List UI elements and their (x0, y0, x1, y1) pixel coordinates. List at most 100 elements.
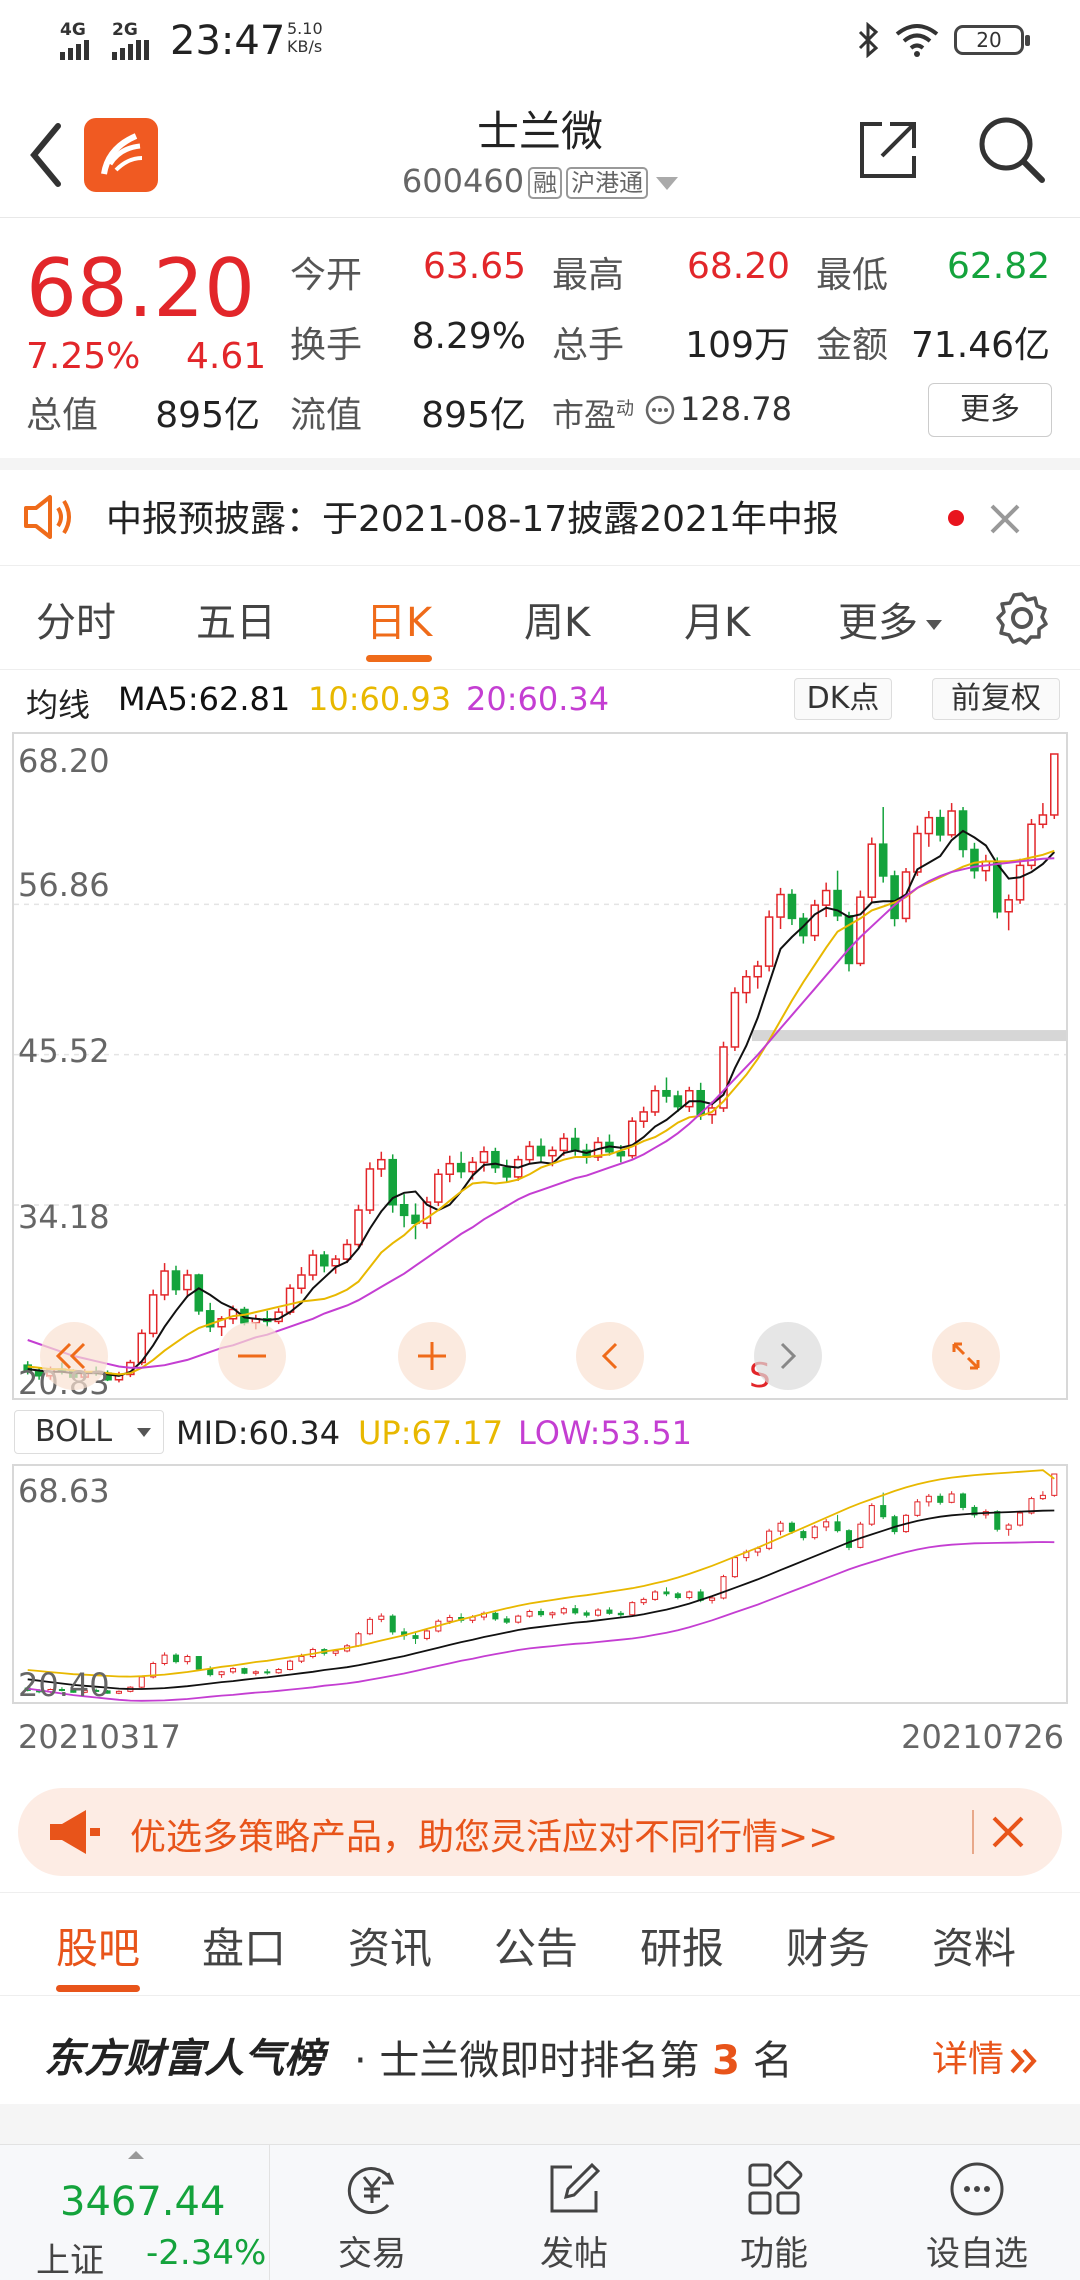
scroll-right-button[interactable] (754, 1322, 822, 1390)
more-dots-icon (645, 395, 675, 425)
info-tabs: 股吧 盘口 资讯 公告 研报 财务 资料 (0, 1892, 1080, 1996)
close-icon[interactable] (988, 502, 1022, 536)
signal-bars-icon (60, 40, 89, 60)
notice-text: 中报预披露：于2021-08-17披露2021年中报 (106, 499, 839, 540)
boll-candle-body (845, 1530, 853, 1548)
tab-daily-k[interactable]: 日K (366, 590, 433, 662)
candle-body (935, 816, 945, 836)
candle-body (502, 1166, 512, 1178)
scroll-left-button[interactable] (576, 1322, 644, 1390)
post-button[interactable]: 发帖 (474, 2145, 674, 2280)
float-value: 895亿 (421, 395, 526, 436)
y-label-3: 45.52 (18, 1032, 110, 1070)
candle-body (992, 860, 1002, 913)
candle-body (160, 1270, 169, 1296)
candle-body (148, 1294, 158, 1335)
promo-banner[interactable]: 优选多策略产品，助您灵活应对不同行情>> (18, 1788, 1062, 1876)
tab-orderbook[interactable]: 盘口 (202, 1915, 286, 1976)
boll-candle-body (1005, 1524, 1012, 1530)
tab-five-day[interactable]: 五日 (196, 590, 276, 648)
boll-candle-body (287, 1660, 294, 1671)
zoom-out-button[interactable] (218, 1322, 286, 1390)
boll-up: UP:67.17 (358, 1414, 504, 1452)
functions-button[interactable]: 功能 (674, 2145, 874, 2280)
zoom-in-button[interactable] (398, 1322, 466, 1390)
kline-plot (14, 753, 1066, 1383)
kline-chart[interactable]: 68.20 56.86 45.52 34.18 20.83 S (12, 732, 1068, 1402)
boll-candle-body (583, 1612, 590, 1616)
rank-text: · 士兰微即时排名第 3 名 (354, 2038, 793, 2084)
grid-apps-icon (748, 2160, 803, 2215)
boll-candle-body (492, 1612, 499, 1620)
double-chevron-right-icon (1010, 2048, 1037, 2074)
search-icon[interactable] (976, 114, 1048, 186)
boll-candle-body (389, 1615, 396, 1633)
change-amount: 4.61 (186, 336, 267, 377)
boll-candle-body (823, 1521, 830, 1528)
index-ticker[interactable]: 3467.44 上证 -2.34% (0, 2145, 270, 2280)
popularity-rank-row[interactable]: 东方财富人气榜 · 士兰微即时排名第 3 名 详情 (0, 1996, 1080, 2104)
minus-icon (238, 1354, 266, 1358)
candle-body (377, 1158, 386, 1170)
boll-candle-body (1039, 1494, 1046, 1500)
open-value: 63.65 (422, 246, 526, 287)
candle-body (342, 1243, 352, 1260)
candle-body (456, 1162, 466, 1173)
tab-more[interactable]: 更多 (838, 590, 942, 648)
candle-body (616, 1150, 626, 1157)
rank-detail-link[interactable]: 详情 (932, 2030, 1040, 2082)
boll-chart[interactable]: 68.63 20.40 (12, 1464, 1068, 1704)
tab-financials[interactable]: 财务 (786, 1915, 870, 1976)
candle-body (730, 991, 740, 1048)
boll-candle-body (515, 1615, 522, 1623)
indicator-select[interactable]: BOLL (14, 1410, 164, 1454)
boll-candle-body (948, 1493, 955, 1503)
turnover-value: 8.29% (411, 316, 526, 357)
tab-forum[interactable]: 股吧 (56, 1915, 141, 1992)
promo-close-icon[interactable] (990, 1814, 1026, 1850)
boll-candle-body (686, 1591, 693, 1599)
end-date: 20210726 (901, 1718, 1064, 1756)
chevron-down-icon[interactable] (656, 176, 679, 190)
tab-monthly-k[interactable]: 月K (684, 590, 750, 648)
candle-body (194, 1274, 204, 1312)
ma-legend-bar: 均线 MA5:62.81 10:60.93 20:60.34 DK点 前复权 (0, 670, 1080, 730)
scroll-left-fast-button[interactable] (40, 1322, 108, 1390)
add-watchlist-button[interactable]: 设自选 (874, 2145, 1080, 2280)
share-icon[interactable] (856, 118, 920, 182)
boll-candle-body (868, 1505, 875, 1525)
boll-candle-body (572, 1608, 579, 1614)
promo-divider (972, 1810, 974, 1854)
clock: 23:47 (170, 18, 286, 64)
low-label: 最低 (816, 255, 889, 296)
ma20-value: 20:60.34 (466, 680, 610, 718)
tab-timeshare[interactable]: 分时 (36, 590, 116, 648)
unread-dot (948, 510, 964, 526)
more-button[interactable]: 更多 (928, 383, 1052, 437)
boll-candle-body (412, 1635, 419, 1639)
promo-text: 优选多策略产品，助您灵活应对不同行情>> (130, 1817, 839, 1858)
fullscreen-button[interactable] (932, 1322, 1000, 1390)
boll-candle-body (891, 1516, 898, 1533)
tab-research[interactable]: 研报 (640, 1915, 724, 1976)
notice-bar[interactable]: 中报预披露：于2021-08-17披露2021年中报 (0, 458, 1080, 566)
tab-news[interactable]: 资讯 (348, 1915, 432, 1976)
candle-body (297, 1274, 306, 1290)
trade-label: 交易 (338, 2234, 406, 2274)
trade-button[interactable]: 交易 (270, 2145, 474, 2280)
chevron-left-icon (601, 1342, 618, 1370)
expand-icon (952, 1342, 980, 1370)
tab-announcements[interactable]: 公告 (494, 1915, 578, 1976)
boll-candle-body (264, 1671, 271, 1674)
tab-weekly-k[interactable]: 周K (524, 590, 590, 648)
candle-body (764, 916, 774, 967)
forward-adjust-button[interactable]: 前复权 (932, 678, 1060, 720)
gear-icon[interactable] (994, 590, 1050, 646)
boll-candle-body (446, 1617, 453, 1622)
pe-value: 128.78 (680, 390, 792, 428)
candle-body (856, 896, 865, 965)
tab-profile[interactable]: 资料 (932, 1915, 1016, 1976)
candle-body (1004, 899, 1013, 913)
dk-point-button[interactable]: DK点 (794, 678, 892, 720)
boll-legend-bar: BOLL MID:60.34 UP:67.17 LOW:53.51 (0, 1406, 1080, 1462)
